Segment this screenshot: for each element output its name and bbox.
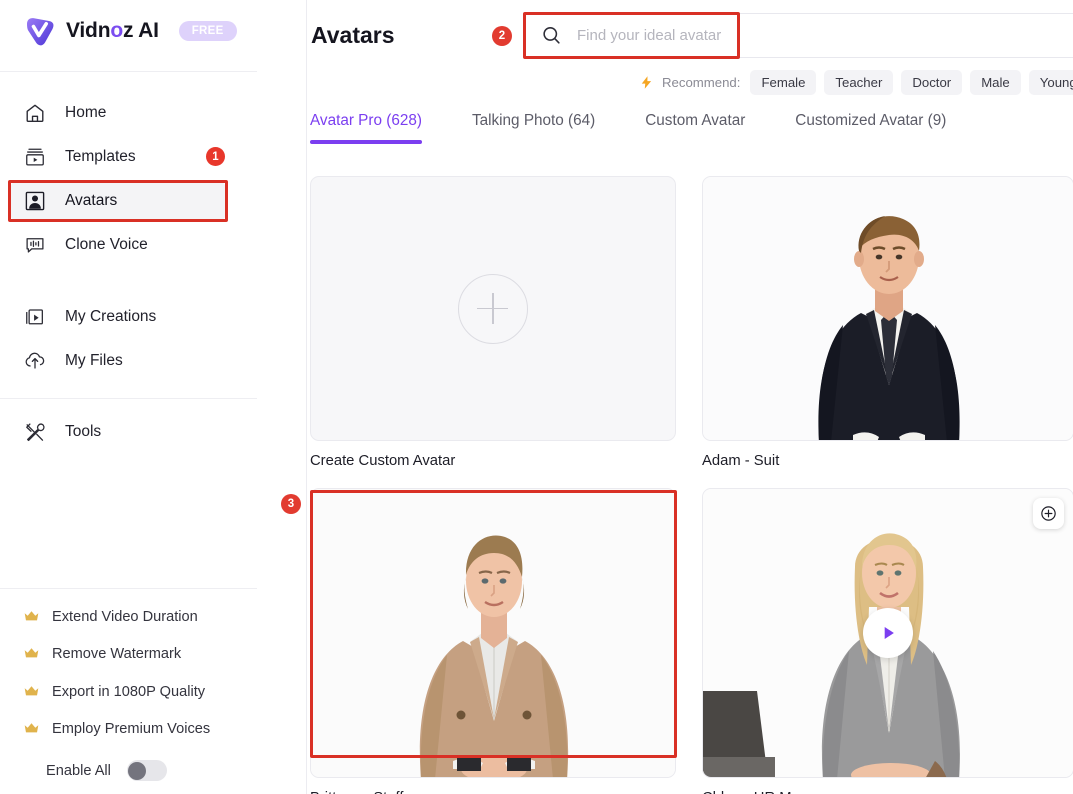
sidebar-item-label: My Creations [65,308,157,325]
sidebar-item-clone-voice[interactable]: Clone Voice [10,225,226,265]
recommend-label: Recommend: [662,75,741,90]
annotation-badge-2: 2 [492,26,512,46]
perk-export-1080p: Export in 1080P Quality [23,683,205,700]
crown-icon [23,645,40,662]
clone-voice-icon [24,234,46,256]
tab-custom-avatar[interactable]: Custom Avatar [645,112,745,144]
vidnoz-logo-icon [22,14,56,48]
templates-icon [24,146,46,168]
my-files-upload-icon [24,350,46,372]
card-label: Brittany - Staff [310,790,676,794]
toggle-knob [128,761,147,780]
card-label: Create Custom Avatar [310,453,456,469]
avatar-person-icon [24,190,46,212]
adam-suit-thumb[interactable] [702,176,1073,441]
tab-avatar-pro[interactable]: Avatar Pro (628) [310,112,422,144]
search-input[interactable] [575,26,939,45]
perk-label: Export in 1080P Quality [52,683,206,700]
my-creations-icon [24,306,46,328]
add-avatar-button[interactable] [1033,498,1064,529]
templates-count-badge: 1 [206,147,225,166]
enable-all-row: Enable All [46,760,167,781]
sidebar: Vidnoz AI FREE Home Templates 1 Avatars … [0,0,307,794]
perk-label: Employ Premium Voices [52,720,211,737]
recommend-tag-young[interactable]: Young [1028,70,1073,95]
sidebar-item-label: Templates [65,148,136,165]
page-title: Avatars [311,22,395,48]
card-adam-suit[interactable]: Adam - Suit [702,176,1073,469]
avatar-photo-brittany [311,489,675,777]
perk-remove-watermark: Remove Watermark [23,645,181,662]
crown-icon [23,683,40,700]
card-chloe-hr-manager[interactable]: Chloe - HR Manager [702,488,1073,794]
enable-all-label: Enable All [46,762,111,779]
add-plus-icon [1041,506,1056,521]
lightning-bolt-icon [639,75,654,90]
home-icon [24,102,46,124]
perk-premium-voices: Employ Premium Voices [23,720,210,737]
brittany-staff-thumb[interactable] [310,488,676,778]
plan-badge: FREE [178,21,237,41]
sidebar-item-my-creations[interactable]: My Creations [10,297,226,337]
brand-name: Vidnoz AI [66,19,159,42]
sidebar-item-templates[interactable]: Templates [10,137,226,177]
play-icon [884,626,894,640]
sidebar-divider-bottom [0,588,257,589]
perk-extend-video-duration: Extend Video Duration [23,608,198,625]
sidebar-item-label: Home [65,104,107,121]
tab-customized-avatar[interactable]: Customized Avatar (9) [795,112,946,144]
perk-label: Remove Watermark [52,645,182,662]
search-icon [541,25,562,46]
sidebar-item-tools[interactable]: Tools [10,412,226,452]
recommend-tag-female[interactable]: Female [750,70,817,95]
create-avatar-thumb[interactable] [310,176,676,441]
play-button[interactable] [863,608,913,658]
sidebar-item-avatars[interactable]: Avatars [10,181,226,221]
avatar-photo-adam [703,177,1073,440]
recommend-tag-male[interactable]: Male [970,70,1021,95]
sidebar-item-label: My Files [65,352,123,369]
chloe-hr-manager-thumb[interactable] [702,488,1073,778]
perk-label: Extend Video Duration [52,608,198,625]
tab-bar: Avatar Pro (628) Talking Photo (64) Cust… [310,112,946,144]
sidebar-item-home[interactable]: Home [10,93,226,133]
sidebar-item-my-files[interactable]: My Files [10,341,226,381]
sidebar-divider-top [0,71,257,72]
recommend-tag-doctor[interactable]: Doctor [901,70,963,95]
crown-icon [23,608,40,625]
tools-icon [24,421,46,443]
search-box[interactable] [523,13,1073,58]
vidnoz-avatars-page: Vidnoz AI FREE Home Templates 1 Avatars … [0,0,1073,794]
card-label: Chloe - HR Manager [702,790,1073,794]
sidebar-divider-mid [0,398,257,399]
sidebar-item-label: Tools [65,423,102,440]
sidebar-item-label: Clone Voice [65,236,148,253]
card-create-custom-avatar[interactable]: Create Custom Avatar [310,176,676,469]
recommend-tags: Recommend: Female Teacher Doctor Male Yo… [639,70,1073,95]
sidebar-item-label: Avatars [65,192,118,209]
avatar-grid: Create Custom Avatar Adam - Suit [310,176,1073,794]
brand-logo[interactable]: Vidnoz AI FREE [22,14,237,48]
card-brittany-staff[interactable]: Brittany - Staff [310,488,676,794]
tab-talking-photo[interactable]: Talking Photo (64) [472,112,595,144]
card-label: Adam - Suit [702,453,780,469]
recommend-tag-teacher[interactable]: Teacher [824,70,894,95]
crown-icon [23,720,40,737]
enable-all-toggle[interactable] [126,760,167,781]
plus-circle-icon [458,273,528,344]
